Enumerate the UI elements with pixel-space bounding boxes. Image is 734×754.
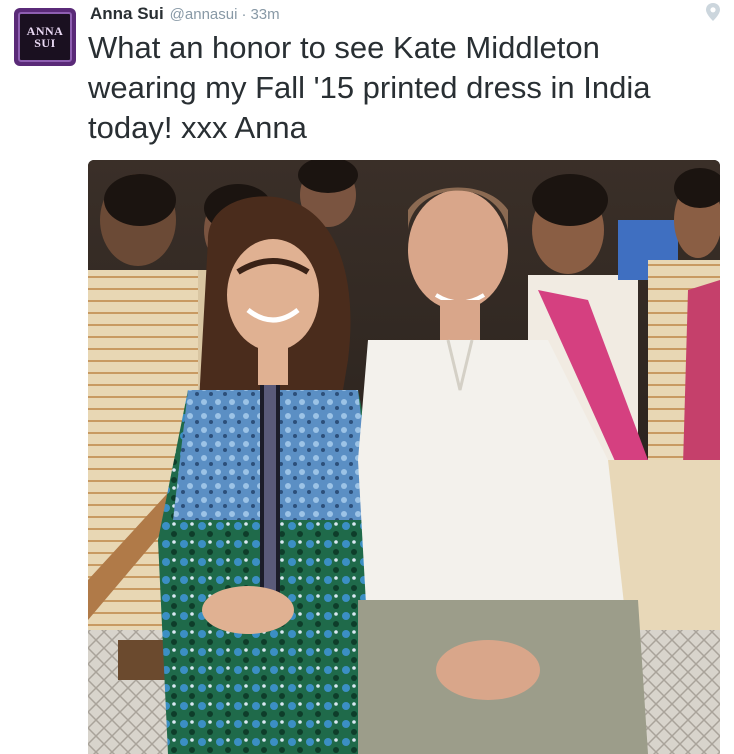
author-handle[interactable]: @annasui — [170, 6, 238, 23]
tweet-header: Anna Sui @annasui · 33m — [90, 4, 280, 26]
avatar-logo: ANNA SUI — [18, 12, 72, 62]
avatar[interactable]: ANNA SUI — [14, 8, 76, 66]
timestamp[interactable]: 33m — [250, 6, 279, 23]
separator-dot: · — [241, 6, 247, 23]
avatar-logo-line2: SUI — [34, 36, 56, 50]
tweet-photo[interactable] — [88, 160, 720, 754]
tweet-text: What an honor to see Kate Middleton wear… — [88, 30, 651, 145]
map-pin-icon[interactable] — [704, 2, 722, 24]
author-name[interactable]: Anna Sui — [90, 4, 164, 24]
photo-illustration — [88, 160, 720, 754]
tweet: ANNA SUI Anna Sui @annasui · 33m What an… — [0, 0, 734, 754]
